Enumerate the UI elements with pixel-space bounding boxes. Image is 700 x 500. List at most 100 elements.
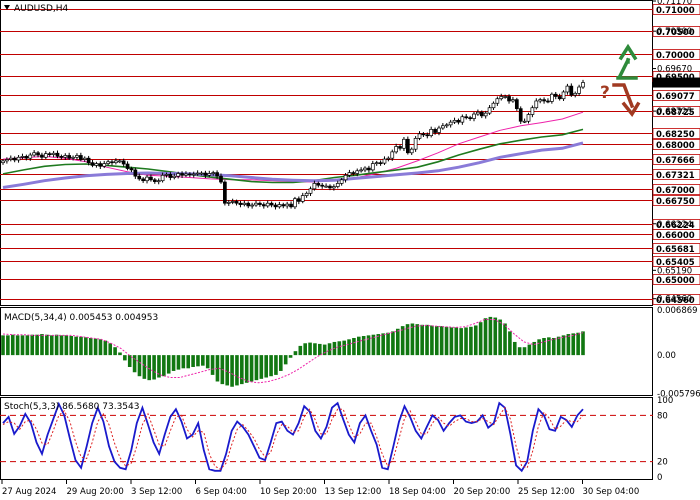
time-tick-label: 20 Sep 20:00 xyxy=(454,487,511,497)
macd-bar xyxy=(69,336,74,356)
candle-body-down xyxy=(168,174,173,178)
macd-bar xyxy=(30,334,35,356)
macd-bar xyxy=(88,337,93,356)
macd-bar xyxy=(551,337,556,356)
candle-body-up xyxy=(577,86,581,94)
macd-bar xyxy=(254,355,259,381)
macd-bar xyxy=(230,355,234,387)
macd-bar xyxy=(288,355,293,358)
macd-bar xyxy=(142,355,147,379)
stoch-axis-label: 20 xyxy=(657,458,668,468)
price-tick-label: 0.69670 xyxy=(657,65,692,75)
candle-body-down xyxy=(316,183,321,186)
candle-body-up xyxy=(94,163,99,166)
macd-bar xyxy=(464,327,468,356)
macd-bar xyxy=(308,342,312,356)
macd-bar xyxy=(318,343,322,356)
time-tick-label: 27 Aug 2024 xyxy=(2,487,56,497)
macd-bar xyxy=(420,324,424,356)
macd-bar xyxy=(527,344,532,356)
macd-bar xyxy=(522,347,527,356)
candle-body-down xyxy=(328,185,332,189)
candle-body-up xyxy=(394,146,399,153)
macd-bar xyxy=(386,332,390,356)
macd-bar xyxy=(444,326,449,356)
macd-bar xyxy=(361,336,366,356)
candle-body-down xyxy=(246,202,251,207)
candle-body-up xyxy=(184,173,188,176)
candle[interactable] xyxy=(223,180,227,206)
candle-body-up xyxy=(293,198,297,208)
macd-axis-label: 0.006869 xyxy=(657,306,698,316)
macd-bar xyxy=(132,355,137,373)
candle-body-up xyxy=(452,119,457,123)
price-tick-label: 0.68725 xyxy=(657,107,692,117)
macd-bar xyxy=(274,355,278,375)
candle-body-up xyxy=(51,152,56,155)
candle-body-down xyxy=(238,202,243,205)
stoch-axis-label: 0 xyxy=(657,473,662,483)
macd-bar xyxy=(327,343,332,356)
candle-body-down xyxy=(421,133,426,136)
level-tag-label: 0.70000 xyxy=(656,51,695,61)
macd-bar xyxy=(512,341,517,356)
candle-body-down xyxy=(405,138,410,154)
candle-body-up xyxy=(106,161,110,164)
candle-body-up xyxy=(343,174,348,181)
symbol-title[interactable]: AUDUSD,H4 xyxy=(4,4,69,14)
candle-body-down xyxy=(542,99,546,102)
macd-bar xyxy=(283,355,288,365)
candle[interactable] xyxy=(405,136,410,155)
time-tick-label: 18 Sep 04:00 xyxy=(389,487,446,497)
candle-body-up xyxy=(145,176,149,182)
candle-body-up xyxy=(199,172,204,175)
candle-body-up xyxy=(550,93,554,102)
candle-body-down xyxy=(378,162,383,165)
candle-body-up xyxy=(195,172,200,175)
forex-chart[interactable]: 0.710000.705000.700000.695000.690770.687… xyxy=(0,0,700,500)
candle-body-up xyxy=(335,183,340,187)
candle-body-up xyxy=(242,202,247,205)
level-tag-label: 0.67666 xyxy=(656,156,695,166)
candle-body-down xyxy=(59,156,64,158)
macd-bar xyxy=(542,337,546,356)
level-tag-label: 0.65681 xyxy=(656,245,695,255)
candle-body-up xyxy=(487,107,492,114)
macd-bar xyxy=(93,338,98,356)
macd-bar xyxy=(566,334,571,356)
candle-body-down xyxy=(110,161,114,164)
candle-body-down xyxy=(47,153,52,156)
candle-body-up xyxy=(102,163,107,167)
candle-body-up xyxy=(441,125,445,129)
macd-bar xyxy=(166,355,171,374)
candle[interactable] xyxy=(518,106,523,124)
candle[interactable] xyxy=(514,97,519,111)
price-tick-label: 0.66224 xyxy=(657,220,692,230)
macd-bar xyxy=(449,327,454,356)
macd-bar xyxy=(430,325,434,356)
candle-body-down xyxy=(468,117,472,119)
macd-bar xyxy=(425,324,429,356)
time-tick-label: 10 Sep 20:00 xyxy=(260,487,317,497)
candle-body-down xyxy=(24,156,29,159)
macd-bar xyxy=(118,352,122,356)
candle-body-up xyxy=(75,155,79,158)
candle-body-down xyxy=(141,178,145,182)
candle-body-up xyxy=(437,127,441,133)
candle-body-up xyxy=(476,111,480,115)
level-tag-label: 0.71000 xyxy=(656,6,695,16)
macd-bar xyxy=(210,355,215,375)
question-mark-icon: ? xyxy=(600,83,610,103)
candle[interactable] xyxy=(413,136,418,152)
candle-body-up xyxy=(28,154,33,159)
macd-bar xyxy=(176,355,181,370)
candle-body-up xyxy=(265,202,270,207)
candle-body-up xyxy=(347,172,352,176)
candle-body-down xyxy=(98,163,103,167)
level-tag-label: 0.68000 xyxy=(656,141,695,151)
macd-bar xyxy=(108,343,113,356)
price-tick-label: 0.65190 xyxy=(657,266,692,276)
candle-body-up xyxy=(503,96,507,98)
macd-bar xyxy=(469,326,473,356)
macd-bar xyxy=(454,327,459,356)
